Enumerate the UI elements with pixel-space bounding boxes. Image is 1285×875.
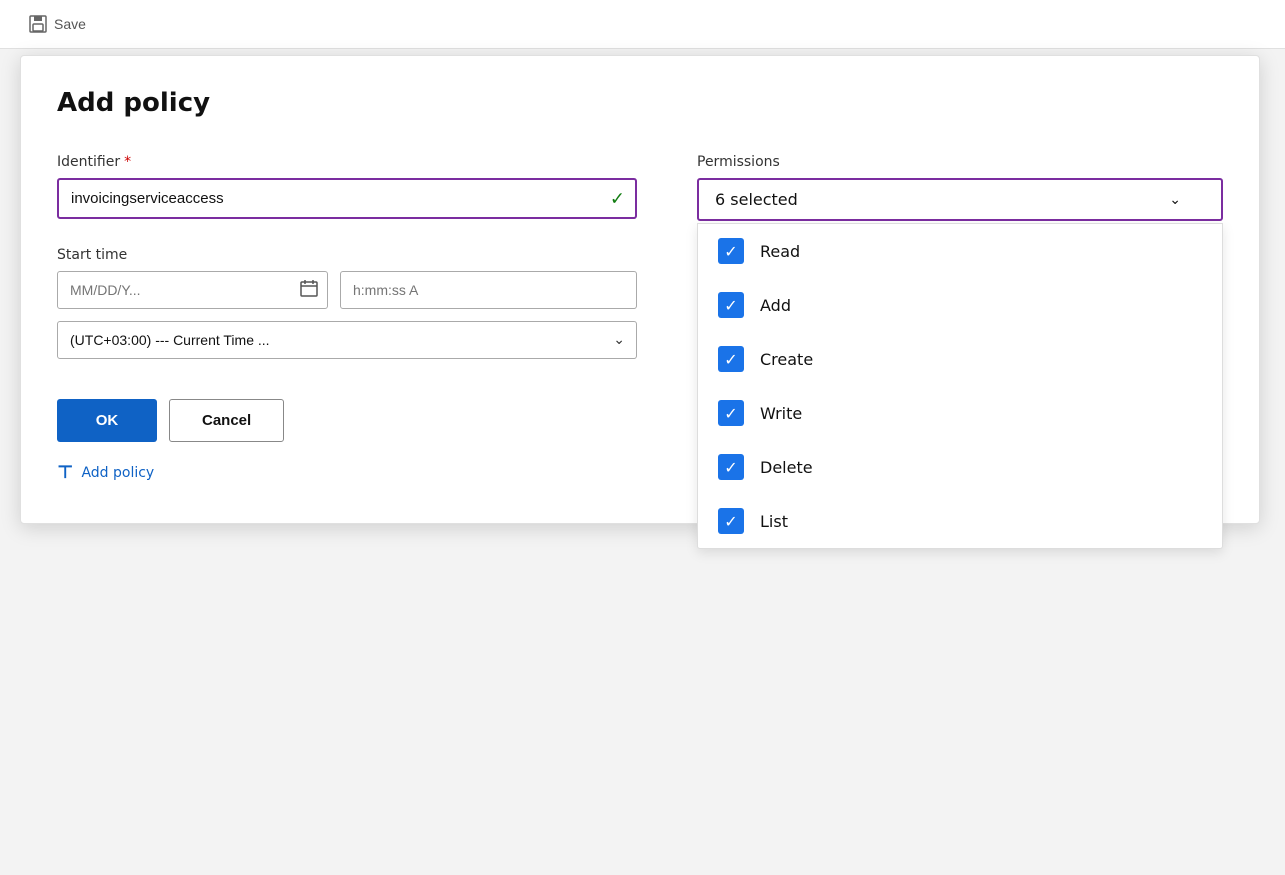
date-input[interactable] <box>57 271 328 309</box>
permissions-dropdown-list: ✓ Read ✓ Add ✓ Create <box>697 223 1223 549</box>
permission-item-add[interactable]: ✓ Add <box>698 278 1222 332</box>
permission-label-delete: Delete <box>760 458 813 477</box>
calendar-icon <box>300 279 318 301</box>
timezone-wrapper: (UTC+03:00) --- Current Time ... ⌄ <box>57 321 637 359</box>
permissions-dropdown-trigger[interactable]: 6 selected ⌄ <box>697 178 1223 221</box>
permissions-chevron-icon: ⌄ <box>1169 192 1181 208</box>
cancel-button[interactable]: Cancel <box>169 399 284 442</box>
permissions-label: Permissions <box>697 154 1223 170</box>
checkbox-add: ✓ <box>718 292 744 318</box>
permission-label-create: Create <box>760 350 813 369</box>
save-button[interactable]: Save <box>20 10 94 38</box>
permission-item-read[interactable]: ✓ Read <box>698 224 1222 278</box>
checkbox-delete: ✓ <box>718 454 744 480</box>
add-policy-dialog: Add policy Identifier * ✓ Start time <box>20 55 1260 524</box>
timezone-select[interactable]: (UTC+03:00) --- Current Time ... <box>57 321 637 359</box>
buttons-row: OK Cancel <box>57 399 637 442</box>
checkbox-create: ✓ <box>718 346 744 372</box>
required-indicator: * <box>124 154 131 170</box>
form-layout: Identifier * ✓ Start time <box>57 154 1223 483</box>
save-icon <box>28 14 48 34</box>
dialog-title: Add policy <box>57 88 1223 118</box>
identifier-input-wrapper: ✓ <box>57 178 637 219</box>
permission-item-delete[interactable]: ✓ Delete <box>698 440 1222 494</box>
identifier-label: Identifier * <box>57 154 637 170</box>
valid-check-icon: ✓ <box>610 188 625 209</box>
checkbox-write: ✓ <box>718 400 744 426</box>
permission-item-list[interactable]: ✓ List <box>698 494 1222 548</box>
permission-label-read: Read <box>760 242 800 261</box>
save-label: Save <box>54 16 86 32</box>
add-policy-link[interactable]: ⊤ Add policy <box>57 462 637 483</box>
toolbar: Save <box>0 0 1285 49</box>
checkbox-read: ✓ <box>718 238 744 264</box>
permissions-field: 6 selected ⌄ ✓ Read ✓ A <box>697 178 1223 221</box>
permission-label-add: Add <box>760 296 791 315</box>
form-left: Identifier * ✓ Start time <box>57 154 637 483</box>
add-policy-text: Add policy <box>81 465 154 481</box>
start-time-section: Start time <box>57 247 637 359</box>
start-time-label: Start time <box>57 247 637 263</box>
identifier-field: Identifier * ✓ <box>57 154 637 219</box>
checkbox-list: ✓ <box>718 508 744 534</box>
datetime-row <box>57 271 637 309</box>
time-input[interactable] <box>340 271 637 309</box>
add-policy-icon: ⊤ <box>57 462 73 483</box>
form-right: Permissions 6 selected ⌄ ✓ Read <box>697 154 1223 221</box>
permission-label-list: List <box>760 512 788 531</box>
permissions-selected-text: 6 selected <box>715 190 798 209</box>
identifier-input[interactable] <box>57 178 637 219</box>
date-input-wrapper <box>57 271 328 309</box>
permission-label-write: Write <box>760 404 802 423</box>
permission-item-write[interactable]: ✓ Write <box>698 386 1222 440</box>
permission-item-create[interactable]: ✓ Create <box>698 332 1222 386</box>
ok-button[interactable]: OK <box>57 399 157 442</box>
